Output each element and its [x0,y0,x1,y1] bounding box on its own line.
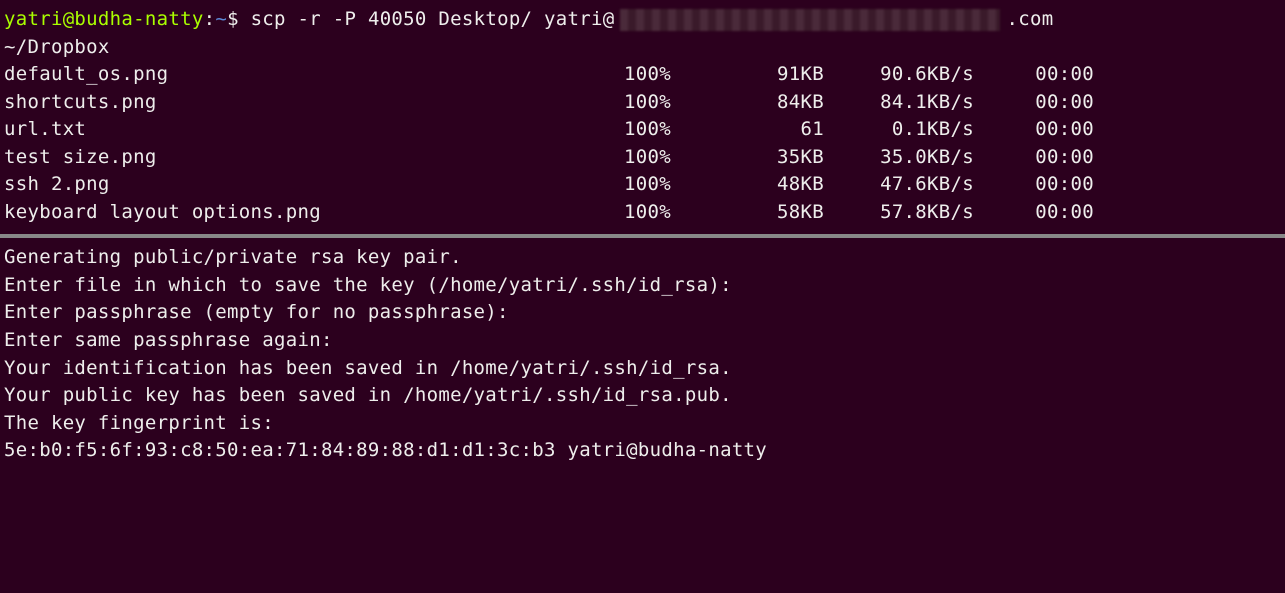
output-line: Your identification has been saved in /h… [4,355,1281,383]
file-size: 84KB [724,89,824,117]
file-transfer-row: shortcuts.png100%84KB84.1KB/s00:00 [4,89,1281,117]
file-transfer-row: ssh 2.png100%48KB47.6KB/s00:00 [4,171,1281,199]
dest-path-line: ~/Dropbox [4,34,1281,62]
file-size: 35KB [724,144,824,172]
file-transfer-row: url.txt100%610.1KB/s00:00 [4,116,1281,144]
file-time: 00:00 [974,144,1094,172]
file-size: 91KB [724,61,824,89]
file-speed: 0.1KB/s [824,116,974,144]
terminal-pane-top[interactable]: yatri@budha-natty:~$ scp -r -P 40050 Des… [0,0,1285,234]
file-speed: 57.8KB/s [824,199,974,227]
file-name: shortcuts.png [4,89,624,117]
command-text-part1: scp -r -P 40050 Desktop/ yatri@ [251,8,615,30]
prompt-sep: : [204,8,216,30]
output-line: 5e:b0:f5:6f:93:c8:50:ea:71:84:89:88:d1:d… [4,437,1281,465]
prompt-line: yatri@budha-natty:~$ scp -r -P 40050 Des… [4,6,1281,34]
file-time: 00:00 [974,116,1094,144]
file-percent: 100% [624,199,724,227]
file-transfer-row: default_os.png100%91KB90.6KB/s00:00 [4,61,1281,89]
command-text-part2: .com [1006,8,1053,30]
file-size: 48KB [724,171,824,199]
keygen-output: Generating public/private rsa key pair.E… [4,244,1281,464]
file-transfer-list: default_os.png100%91KB90.6KB/s00:00short… [4,61,1281,226]
redacted-hostname [620,9,1000,31]
file-speed: 90.6KB/s [824,61,974,89]
file-name: url.txt [4,116,624,144]
file-percent: 100% [624,116,724,144]
file-name: default_os.png [4,61,624,89]
file-size: 61 [724,116,824,144]
file-time: 00:00 [974,199,1094,227]
file-transfer-row: keyboard layout options.png100%58KB57.8K… [4,199,1281,227]
file-time: 00:00 [974,89,1094,117]
output-line: Enter passphrase (empty for no passphras… [4,299,1281,327]
output-line: Generating public/private rsa key pair. [4,244,1281,272]
output-line: Your public key has been saved in /home/… [4,382,1281,410]
file-time: 00:00 [974,61,1094,89]
file-name: keyboard layout options.png [4,199,624,227]
file-time: 00:00 [974,171,1094,199]
prompt-dollar: $ [227,8,239,30]
file-percent: 100% [624,144,724,172]
file-name: test size.png [4,144,624,172]
file-speed: 84.1KB/s [824,89,974,117]
file-percent: 100% [624,61,724,89]
output-line: The key fingerprint is: [4,410,1281,438]
file-percent: 100% [624,171,724,199]
file-name: ssh 2.png [4,171,624,199]
output-line: Enter same passphrase again: [4,327,1281,355]
terminal-pane-bottom[interactable]: Generating public/private rsa key pair.E… [0,234,1285,470]
file-percent: 100% [624,89,724,117]
file-transfer-row: test size.png100%35KB35.0KB/s00:00 [4,144,1281,172]
file-speed: 47.6KB/s [824,171,974,199]
file-speed: 35.0KB/s [824,144,974,172]
prompt-path: ~ [215,8,227,30]
output-line: Enter file in which to save the key (/ho… [4,272,1281,300]
prompt-user-host: yatri@budha-natty [4,8,204,30]
file-size: 58KB [724,199,824,227]
